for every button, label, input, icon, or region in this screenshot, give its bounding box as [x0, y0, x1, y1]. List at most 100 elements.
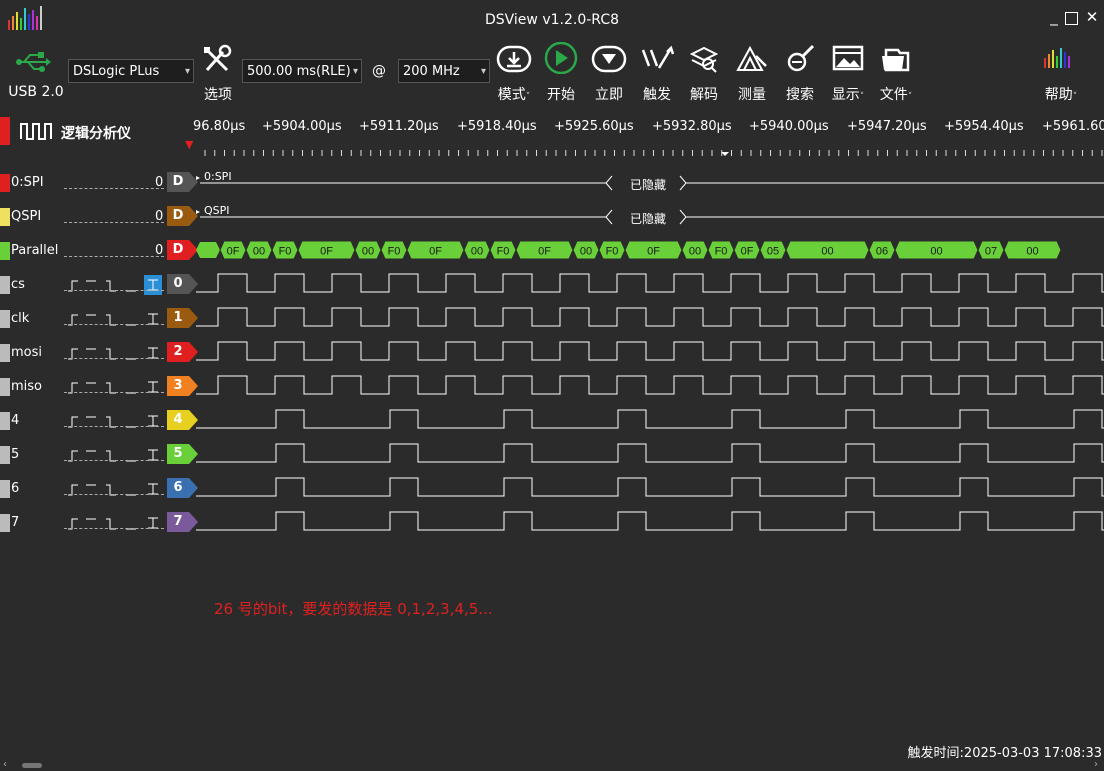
- divider: [64, 256, 164, 257]
- at-label: @: [372, 63, 386, 79]
- trigger-icon: [641, 45, 675, 69]
- trigger-edge-selector[interactable]: [66, 445, 164, 465]
- parallel-decode-trace: 0F 00 F0 0F 00 F0 0F 00 F0 0F 00 F0 0F 00 F0 0F 05 00 06 00…: [196, 240, 1062, 260]
- ruler-tick-label: +5911.20μs: [359, 119, 439, 134]
- mode-button[interactable]: [494, 42, 534, 78]
- waveform-path: [196, 477, 1104, 497]
- trigger-edges-icon[interactable]: [66, 513, 164, 533]
- trigger-edges-icon[interactable]: [66, 377, 164, 397]
- trigger-time: 触发时间:2025-03-03 17:08:33: [907, 746, 1102, 761]
- channel-color-bar: [0, 514, 10, 532]
- chevron-down-icon: ▾: [352, 66, 358, 77]
- trigger-edges-icon[interactable]: [66, 343, 164, 363]
- waveform-path: [196, 511, 1104, 531]
- time-ruler[interactable]: [195, 140, 1104, 158]
- decoder-tag-label: D: [172, 174, 184, 189]
- trigger-edge-selector[interactable]: [66, 377, 164, 397]
- options-button[interactable]: 选项: [198, 84, 238, 104]
- divider: [64, 460, 164, 461]
- waveform-path: [196, 409, 1104, 429]
- channel-name[interactable]: 6: [11, 481, 19, 496]
- trigger-edge-selector[interactable]: [66, 343, 164, 363]
- start-button[interactable]: [541, 41, 581, 78]
- channel-name[interactable]: 5: [11, 447, 19, 462]
- decode-button[interactable]: [684, 42, 724, 78]
- decode-icon: [689, 46, 719, 73]
- channel-color-bar: [0, 412, 10, 430]
- decode-value: F0: [715, 246, 728, 258]
- logic-analyzer-icon: [20, 123, 52, 140]
- sample-rate-select[interactable]: 200 MHz ▾: [398, 59, 490, 83]
- chevron-down-icon: ˅: [859, 92, 865, 102]
- help-label[interactable]: 帮助˅: [1038, 84, 1084, 104]
- decoder-name[interactable]: 0:SPI: [11, 175, 44, 190]
- trigger-edge-selector[interactable]: [66, 411, 164, 431]
- channel-tag-label: 3: [173, 378, 183, 393]
- divider: [64, 188, 164, 189]
- channel-tag-label: 7: [173, 514, 183, 529]
- decode-label[interactable]: 解码: [684, 84, 724, 104]
- search-label[interactable]: 搜索: [780, 84, 820, 104]
- file-button[interactable]: [876, 42, 916, 78]
- channel-name[interactable]: clk: [11, 311, 29, 326]
- mode-color-bar: [0, 117, 10, 145]
- trigger-edges-icon[interactable]: [66, 445, 164, 465]
- wrench-screwdriver-icon[interactable]: [201, 44, 235, 74]
- channel-name[interactable]: mosi: [11, 345, 42, 360]
- trigger-edge-selector[interactable]: [66, 479, 164, 499]
- channel-name[interactable]: 7: [11, 515, 19, 530]
- instant-button[interactable]: [589, 42, 629, 78]
- title-bar: DSView v1.2.0-RC8 _ ✕: [0, 0, 1104, 38]
- trigger-edge-selector[interactable]: [66, 513, 164, 533]
- trigger-edges-icon[interactable]: [66, 309, 164, 329]
- decode-bubble: [196, 242, 220, 258]
- instant-label[interactable]: 立即: [589, 84, 629, 104]
- ruler-tick-label: +5961.60: [1042, 119, 1104, 134]
- trigger-edges-icon[interactable]: [66, 479, 164, 499]
- scroll-right-icon[interactable]: ›: [1094, 759, 1098, 770]
- measure-button[interactable]: [732, 42, 772, 78]
- measure-label[interactable]: 测量: [732, 84, 772, 104]
- sample-time-value: 500.00 ms(RLE): [247, 64, 351, 79]
- file-label[interactable]: 文件˅: [876, 84, 916, 104]
- trigger-button[interactable]: [637, 42, 677, 78]
- hidden-label: 已隐藏: [630, 212, 667, 226]
- trigger-edge-selector[interactable]: [66, 275, 164, 295]
- start-label[interactable]: 开始: [541, 84, 581, 104]
- close-icon[interactable]: ✕: [1085, 10, 1099, 25]
- usb-label: USB 2.0: [8, 84, 64, 100]
- display-label[interactable]: 显示˅: [828, 84, 868, 104]
- decode-value: 0F: [320, 246, 333, 258]
- maximize-icon[interactable]: [1065, 12, 1078, 25]
- trigger-edges-icon[interactable]: [66, 411, 164, 431]
- decode-value: 00: [689, 246, 701, 258]
- scrollbar-thumb[interactable]: [22, 763, 42, 768]
- trigger-edges-icon[interactable]: [66, 275, 164, 295]
- decoder-name[interactable]: QSPI: [11, 209, 41, 224]
- trigger-label[interactable]: 触发: [637, 84, 677, 104]
- decoder-name[interactable]: Parallel: [11, 243, 58, 258]
- search-button[interactable]: [780, 42, 820, 78]
- help-button[interactable]: [1040, 44, 1080, 78]
- channel-name[interactable]: cs: [11, 277, 25, 292]
- display-button[interactable]: [828, 42, 868, 78]
- search-icon: [787, 44, 815, 72]
- trigger-edge-selector[interactable]: [66, 309, 164, 329]
- sample-time-select[interactable]: 500.00 ms(RLE) ▾: [242, 59, 362, 83]
- device-select[interactable]: DSLogic PLus ▾: [68, 59, 194, 83]
- channel-name[interactable]: miso: [11, 379, 42, 394]
- channel-color-bar: [0, 344, 10, 362]
- sample-rate-value: 200 MHz: [403, 64, 460, 79]
- channel-name[interactable]: 4: [11, 413, 19, 428]
- decoder-color-bar: [0, 174, 10, 192]
- scroll-left-icon[interactable]: ‹: [3, 759, 7, 770]
- horizontal-scrollbar[interactable]: ‹ ›: [0, 759, 1104, 771]
- decode-value: 07: [985, 246, 997, 258]
- decode-value: 05: [767, 246, 779, 258]
- channel-tag-label: 5: [173, 446, 183, 461]
- waveform-path: [196, 341, 1104, 361]
- minimize-icon[interactable]: _: [1047, 10, 1061, 25]
- mode-label[interactable]: 模式˅: [494, 84, 534, 104]
- decode-value: F0: [606, 246, 619, 258]
- ruler-tick-label: +5940.00μs: [749, 119, 829, 134]
